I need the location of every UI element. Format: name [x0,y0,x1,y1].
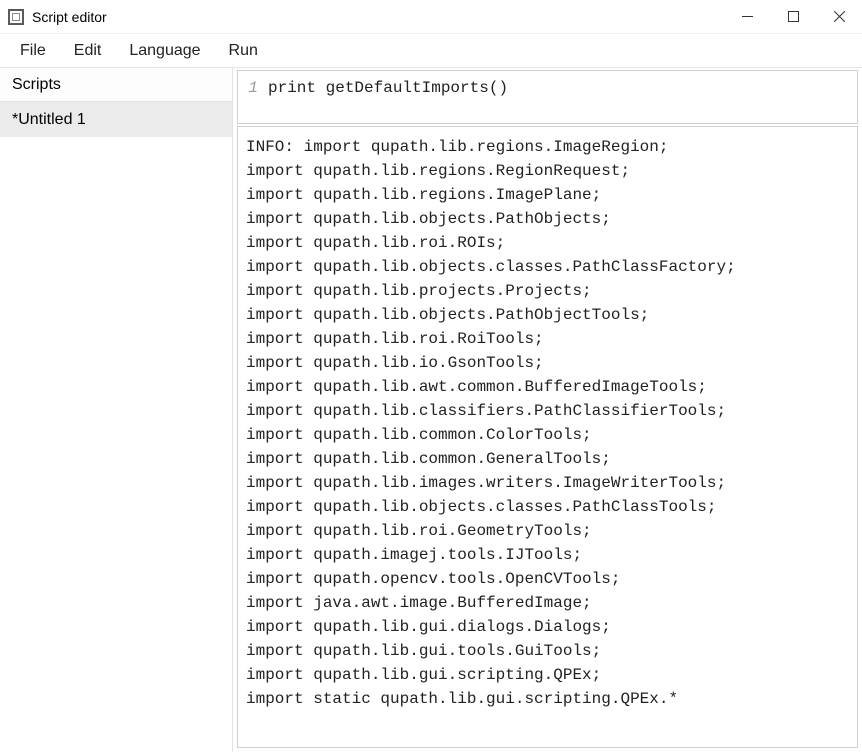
titlebar: Script editor [0,0,862,34]
menu-language[interactable]: Language [129,42,200,60]
output-console[interactable]: INFO: import qupath.lib.regions.ImageReg… [237,126,858,748]
code-gutter: 1 [238,71,262,123]
maximize-button[interactable] [770,0,816,34]
minimize-icon [742,11,753,22]
menu-edit[interactable]: Edit [74,42,102,60]
code-text[interactable]: print getDefaultImports() [262,71,516,123]
menubar: File Edit Language Run [0,34,862,68]
close-icon [834,11,845,22]
maximize-icon [788,11,799,22]
close-button[interactable] [816,0,862,34]
script-list-item[interactable]: *Untitled 1 [0,102,232,138]
code-editor[interactable]: 1 print getDefaultImports() [237,70,858,124]
sidebar: Scripts *Untitled 1 [0,68,233,752]
window-title: Script editor [32,9,107,25]
sidebar-header: Scripts [0,68,232,102]
menu-file[interactable]: File [20,42,46,60]
app-icon [8,9,24,25]
minimize-button[interactable] [724,0,770,34]
editor-area: 1 print getDefaultImports() INFO: import… [233,68,862,752]
menu-run[interactable]: Run [229,42,258,60]
script-list[interactable]: *Untitled 1 [0,102,232,752]
main-split: Scripts *Untitled 1 1 print getDefaultIm… [0,68,862,752]
